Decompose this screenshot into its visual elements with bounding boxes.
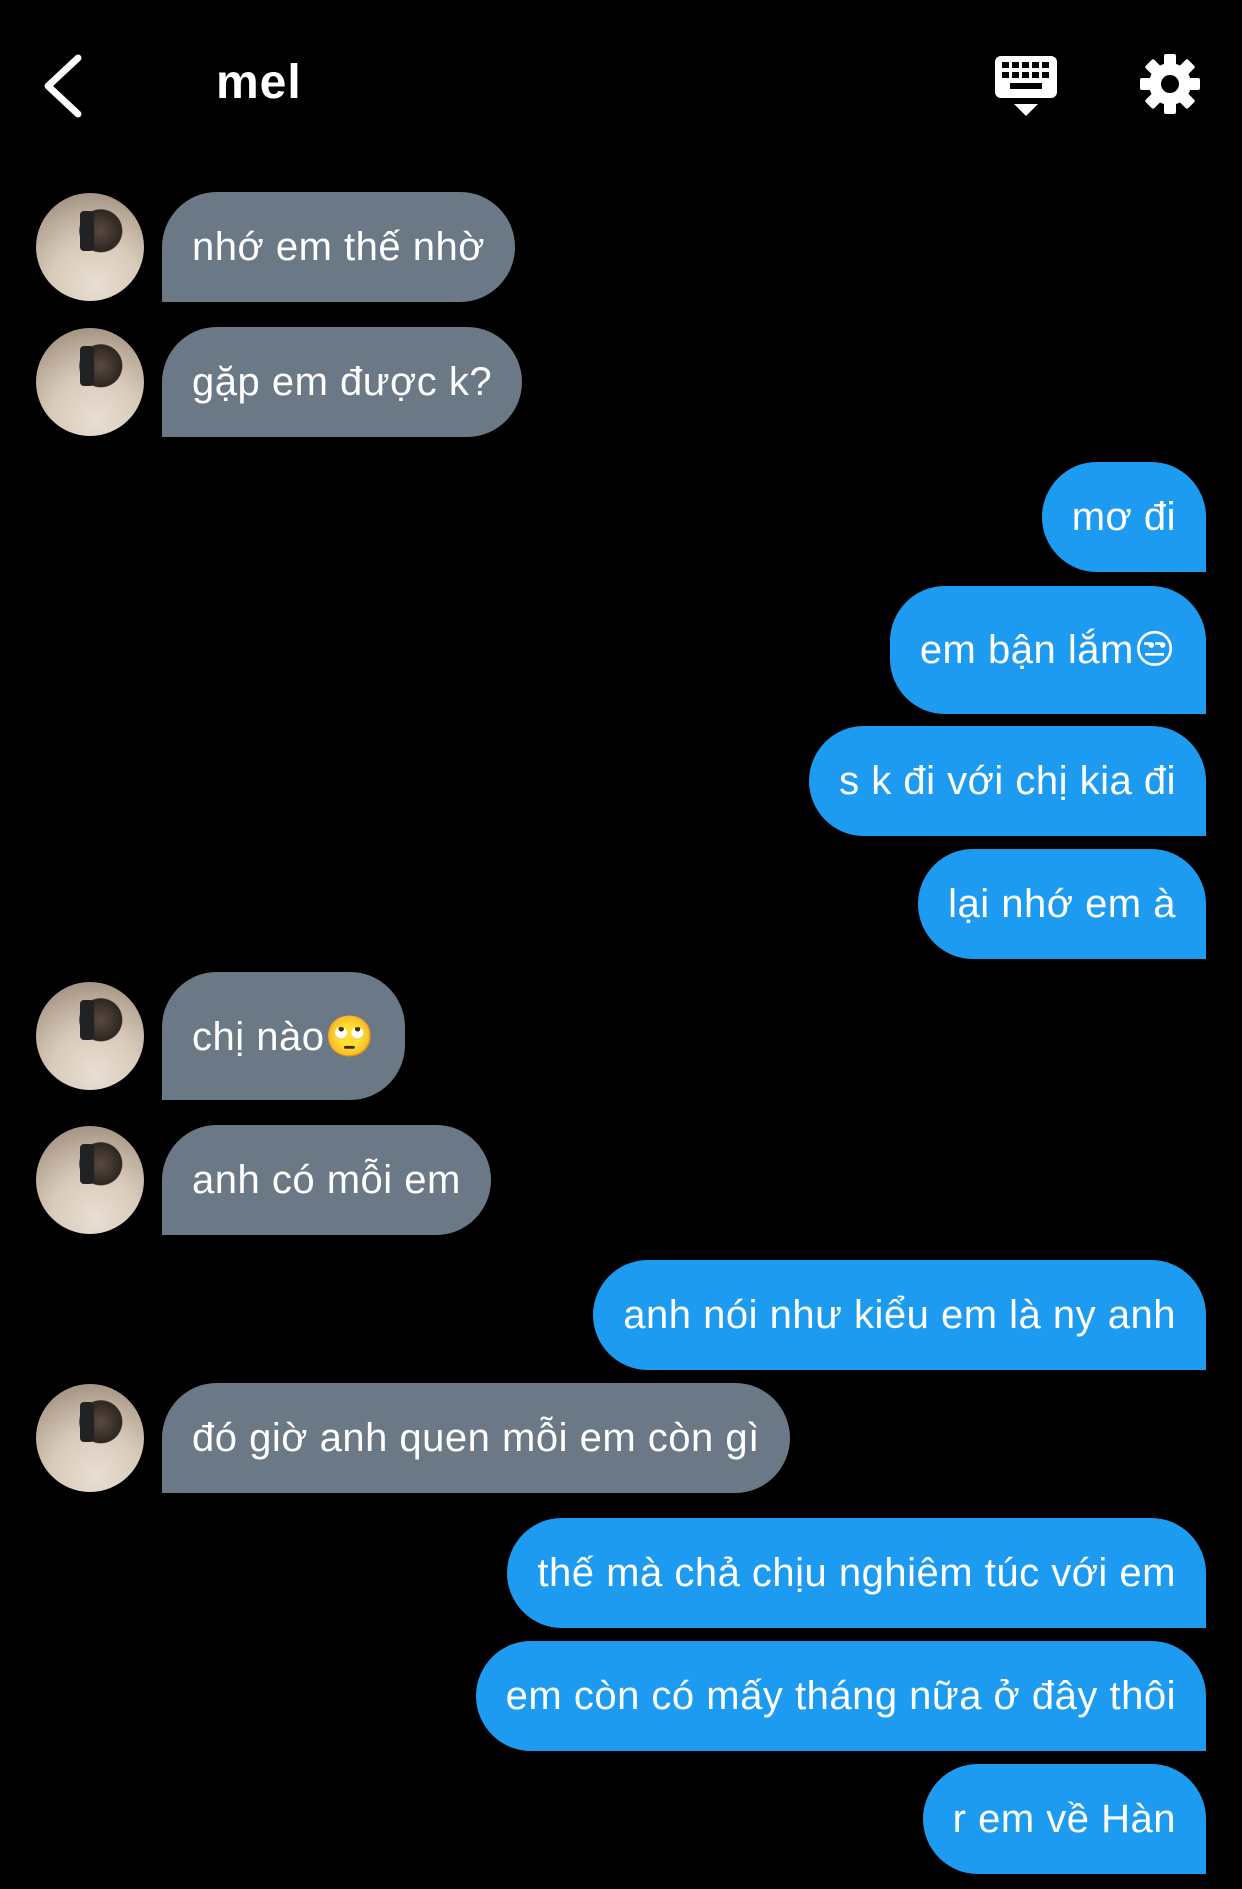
message-outgoing: anh nói như kiểu em là ny anh bbox=[593, 1260, 1206, 1370]
message-bubble[interactable]: mơ đi bbox=[1041, 462, 1206, 572]
avatar[interactable] bbox=[36, 1384, 144, 1492]
page-title: mel bbox=[216, 56, 302, 109]
message-bubble[interactable]: gặp em được k? bbox=[162, 327, 523, 437]
message-bubble[interactable]: đó giờ anh quen mỗi em còn gì bbox=[162, 1383, 790, 1493]
message-outgoing: mơ đi bbox=[1041, 462, 1206, 572]
avatar[interactable] bbox=[36, 1126, 144, 1234]
message-incoming: chị nào🙄 bbox=[36, 972, 405, 1100]
message-bubble[interactable]: thế mà chả chịu nghiêm túc với em bbox=[507, 1518, 1206, 1628]
message-incoming: đó giờ anh quen mỗi em còn gì bbox=[36, 1383, 790, 1493]
gear-icon bbox=[1140, 54, 1200, 114]
message-bubble[interactable]: r em về Hàn bbox=[922, 1764, 1206, 1874]
avatar[interactable] bbox=[36, 982, 144, 1090]
keyboard-icon bbox=[995, 56, 1057, 116]
message-outgoing: em bận lắm😒 bbox=[889, 586, 1206, 714]
message-bubble[interactable]: s k đi với chị kia đi bbox=[809, 726, 1206, 836]
avatar[interactable] bbox=[36, 328, 144, 436]
back-chevron-icon bbox=[44, 54, 82, 118]
avatar[interactable] bbox=[36, 193, 144, 301]
settings-button[interactable] bbox=[1138, 52, 1202, 116]
chat-header: mel bbox=[0, 0, 1242, 170]
message-bubble[interactable]: nhớ em thế nhờ bbox=[162, 192, 515, 302]
message-bubble[interactable]: anh có mỗi em bbox=[162, 1125, 491, 1235]
message-bubble[interactable]: em bận lắm😒 bbox=[889, 586, 1206, 714]
message-outgoing: lại nhớ em à bbox=[918, 849, 1206, 959]
message-bubble[interactable]: anh nói như kiểu em là ny anh bbox=[593, 1260, 1206, 1370]
message-bubble[interactable]: chị nào🙄 bbox=[162, 972, 405, 1100]
keyboard-button[interactable] bbox=[992, 52, 1060, 122]
message-bubble[interactable]: em còn có mấy tháng nữa ở đây thôi bbox=[475, 1641, 1206, 1751]
back-button[interactable] bbox=[38, 50, 98, 120]
message-bubble[interactable]: lại nhớ em à bbox=[918, 849, 1206, 959]
message-incoming: gặp em được k? bbox=[36, 327, 523, 437]
message-outgoing: em còn có mấy tháng nữa ở đây thôi bbox=[475, 1641, 1206, 1751]
message-incoming: nhớ em thế nhờ bbox=[36, 192, 515, 302]
message-outgoing: thế mà chả chịu nghiêm túc với em bbox=[507, 1518, 1206, 1628]
message-outgoing: r em về Hàn bbox=[922, 1764, 1206, 1874]
message-outgoing: s k đi với chị kia đi bbox=[809, 726, 1206, 836]
message-incoming: anh có mỗi em bbox=[36, 1125, 491, 1235]
